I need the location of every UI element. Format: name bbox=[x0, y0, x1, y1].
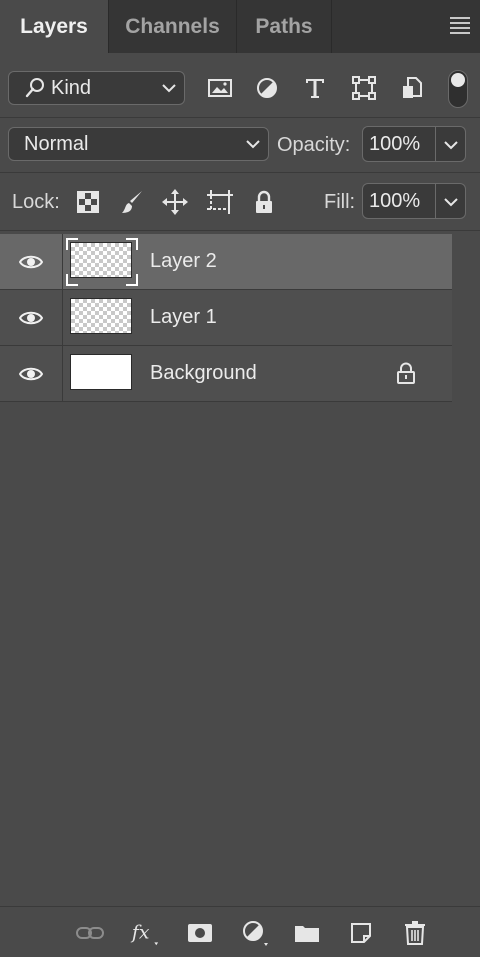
selection-corner bbox=[66, 274, 78, 286]
image-filter-icon[interactable] bbox=[206, 72, 234, 104]
hamburger-menu-icon[interactable] bbox=[450, 17, 470, 34]
lock-image-pixels-icon[interactable] bbox=[118, 186, 148, 218]
layer-row-layer-2[interactable]: Layer 2 bbox=[0, 234, 452, 290]
tab-paths[interactable]: Paths bbox=[237, 0, 331, 53]
filter-kind-label: Kind bbox=[51, 77, 92, 99]
layer-row-background[interactable]: Background bbox=[0, 346, 452, 402]
fill-label: Fill: bbox=[324, 191, 356, 213]
tab-divider bbox=[331, 0, 332, 53]
layer-lock-icon[interactable] bbox=[396, 362, 416, 389]
svg-text:fx: fx bbox=[130, 923, 150, 944]
add-mask-icon[interactable] bbox=[185, 919, 215, 947]
tab-layers[interactable]: Layers bbox=[0, 0, 108, 53]
selection-corner bbox=[126, 274, 138, 286]
layers-scroll-gutter[interactable] bbox=[452, 234, 480, 906]
eye-icon bbox=[19, 311, 43, 324]
filter-toggle-switch[interactable] bbox=[448, 70, 468, 108]
layer-thumbnail bbox=[70, 354, 132, 390]
layer-name[interactable]: Background bbox=[150, 346, 257, 401]
chevron-down-icon bbox=[444, 141, 458, 150]
filter-kind-dropdown[interactable]: Kind bbox=[8, 71, 185, 105]
eye-icon bbox=[19, 255, 43, 268]
lock-position-icon[interactable] bbox=[160, 186, 190, 218]
row-divider bbox=[0, 172, 480, 173]
fill-slider-button[interactable] bbox=[436, 183, 466, 219]
row-divider bbox=[0, 117, 480, 118]
visibility-toggle[interactable] bbox=[0, 346, 63, 401]
layer-name[interactable]: Layer 1 bbox=[150, 290, 217, 345]
opacity-label: Opacity: bbox=[277, 134, 351, 156]
layers-list: Layer 2 Layer 1 Background bbox=[0, 234, 452, 402]
adjustment-filter-icon[interactable] bbox=[253, 72, 281, 104]
opacity-input[interactable]: 100% bbox=[362, 126, 436, 162]
type-filter-icon[interactable] bbox=[301, 72, 329, 104]
new-layer-icon[interactable] bbox=[346, 919, 376, 947]
panel-footer-toolbar: fx bbox=[0, 906, 480, 957]
selection-corner bbox=[126, 238, 138, 250]
chevron-down-icon bbox=[444, 198, 458, 207]
toggle-knob bbox=[451, 73, 465, 87]
layer-thumbnail bbox=[70, 298, 132, 334]
row-divider bbox=[0, 230, 480, 231]
adjustment-layer-icon[interactable] bbox=[240, 919, 270, 947]
layer-style-fx-icon[interactable]: fx bbox=[130, 919, 160, 947]
layers-panel: Layers Channels Paths Kind Normal Opacit… bbox=[0, 0, 480, 957]
shape-filter-icon[interactable] bbox=[350, 72, 378, 104]
visibility-toggle[interactable] bbox=[0, 290, 63, 345]
chevron-down-icon bbox=[162, 72, 176, 104]
search-icon bbox=[25, 72, 45, 114]
eye-icon bbox=[19, 367, 43, 380]
lock-all-icon[interactable] bbox=[249, 186, 279, 218]
smart-object-filter-icon[interactable] bbox=[398, 72, 426, 104]
panel-tab-bar: Layers Channels Paths bbox=[0, 0, 480, 53]
blend-mode-value: Normal bbox=[24, 133, 89, 155]
blend-mode-dropdown[interactable]: Normal bbox=[8, 127, 269, 161]
opacity-slider-button[interactable] bbox=[436, 126, 466, 162]
lock-label: Lock: bbox=[12, 191, 60, 213]
visibility-toggle[interactable] bbox=[0, 234, 63, 289]
new-group-folder-icon[interactable] bbox=[292, 919, 322, 947]
layer-row-layer-1[interactable]: Layer 1 bbox=[0, 290, 452, 346]
delete-trash-icon[interactable] bbox=[400, 919, 430, 947]
link-layers-icon[interactable] bbox=[75, 919, 105, 947]
lock-artboard-icon[interactable] bbox=[205, 186, 235, 218]
selection-corner bbox=[66, 238, 78, 250]
layer-thumbnail bbox=[70, 242, 132, 278]
chevron-down-icon bbox=[246, 128, 260, 160]
lock-transparent-pixels-icon[interactable] bbox=[73, 186, 103, 218]
layer-name[interactable]: Layer 2 bbox=[150, 234, 217, 289]
fill-input[interactable]: 100% bbox=[362, 183, 436, 219]
tab-channels[interactable]: Channels bbox=[109, 0, 236, 53]
